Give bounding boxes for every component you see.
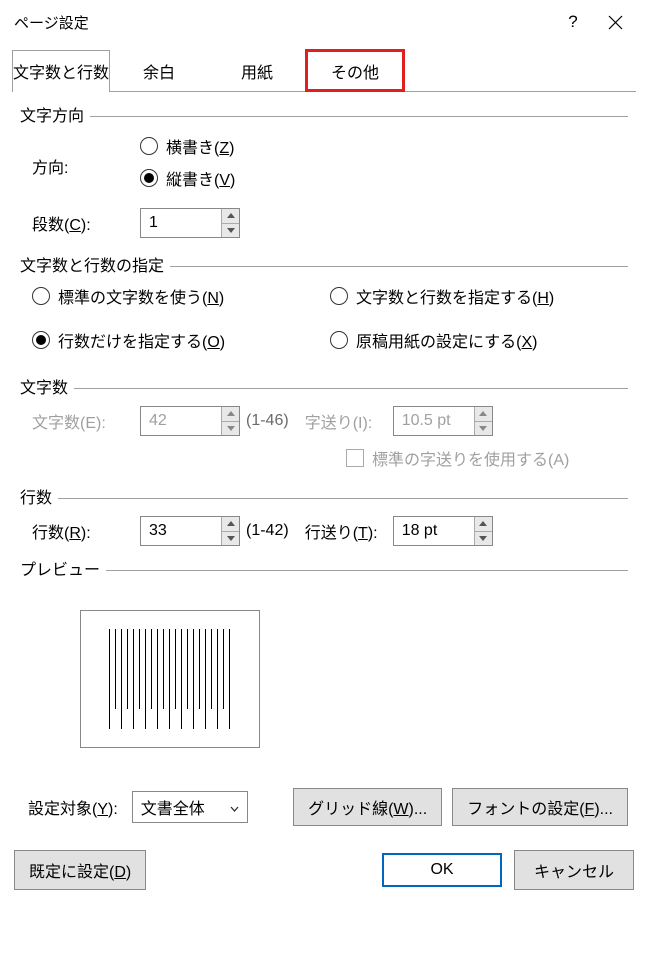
radio-icon [330,331,348,349]
spinner-up-button[interactable] [222,517,239,532]
char-pitch-label: 字送り(I): [305,409,393,433]
section-preview-label: プレビュー [20,556,106,580]
radio-icon [140,169,158,187]
char-pitch-input [394,407,474,435]
radio-horizontal-label: 横書き(Z) [166,134,234,158]
columns-label: 段数(C): [32,211,140,235]
divider [74,388,628,389]
radio-grid-paper-label: 原稿用紙の設定にする(X) [356,328,538,352]
section-direction-header: 文字方向 [20,102,628,126]
line-pitch-input[interactable] [394,517,474,545]
ok-button[interactable]: OK [382,853,502,887]
char-count-input [141,407,221,435]
radio-vertical[interactable]: 縦書き(V) [140,166,628,190]
grid-lines-button[interactable]: グリッド線(W)... [293,788,442,826]
divider [170,266,628,267]
apply-to-label: 設定対象(Y): [28,795,118,819]
radio-icon [32,331,50,349]
line-count-range: (1-42) [246,522,289,540]
spinner-down-button[interactable] [222,224,239,238]
dialog-title: ページ設定 [14,12,552,33]
char-count-range: (1-46) [246,412,289,430]
radio-specify[interactable]: 文字数と行数を指定する(H) [330,284,628,308]
spinner-up-button [475,407,492,422]
divider [106,570,628,571]
divider [90,116,628,117]
spinner-up-button[interactable] [222,209,239,224]
spinner-down-button [475,422,492,436]
tab-margins[interactable]: 余白 [110,50,208,91]
apply-to-value: 文書全体 [141,795,226,819]
radio-lines-only-label: 行数だけを指定する(O) [58,328,225,352]
line-pitch-label: 行送り(T): [305,519,393,543]
spinner-down-button [222,422,239,436]
spinner-up-button [222,407,239,422]
radio-horizontal[interactable]: 横書き(Z) [140,134,628,158]
help-button[interactable]: ? [552,8,594,36]
section-chars-header: 文字数 [20,374,628,398]
font-settings-button[interactable]: フォントの設定(F)... [452,788,628,826]
line-count-label: 行数(R): [32,519,140,543]
tab-paper[interactable]: 用紙 [208,50,306,91]
line-count-input[interactable] [141,517,221,545]
char-count-spinner [140,406,240,436]
use-standard-pitch-label: 標準の字送りを使用する(A) [372,446,569,470]
spinner-down-button[interactable] [222,532,239,546]
char-pitch-spinner [393,406,493,436]
char-count-label: 文字数(E): [32,409,140,433]
radio-standard[interactable]: 標準の文字数を使う(N) [32,284,330,308]
radio-vertical-label: 縦書き(V) [166,166,235,190]
line-count-spinner[interactable] [140,516,240,546]
titlebar: ページ設定 ? [0,0,648,44]
radio-grid-paper[interactable]: 原稿用紙の設定にする(X) [330,328,628,352]
close-icon [608,15,623,30]
radio-specify-label: 文字数と行数を指定する(H) [356,284,554,308]
tab-other[interactable]: その他 [306,50,404,91]
spinner-up-button[interactable] [475,517,492,532]
spinner-down-button[interactable] [475,532,492,546]
dialog-footer: 既定に設定(D) OK キャンセル [0,840,648,900]
section-spec-header: 文字数と行数の指定 [20,252,628,276]
radio-icon [140,137,158,155]
set-default-button[interactable]: 既定に設定(D) [14,850,146,890]
tab-strip: 文字数と行数 余白 用紙 その他 [12,50,636,92]
section-preview-header: プレビュー [20,556,628,580]
preview-box [80,610,260,748]
apply-to-select[interactable]: 文書全体 [132,791,248,823]
cancel-button[interactable]: キャンセル [514,850,634,890]
section-direction-label: 文字方向 [20,102,90,126]
use-standard-pitch-checkbox [346,449,364,467]
divider [58,498,628,499]
section-lines-header: 行数 [20,484,628,508]
line-pitch-spinner[interactable] [393,516,493,546]
close-button[interactable] [594,8,636,36]
direction-label: 方向: [32,154,140,178]
radio-icon [330,287,348,305]
radio-lines-only[interactable]: 行数だけを指定する(O) [32,328,330,352]
radio-standard-label: 標準の文字数を使う(N) [58,284,224,308]
section-spec-label: 文字数と行数の指定 [20,252,170,276]
section-lines-label: 行数 [20,484,58,508]
section-chars-label: 文字数 [20,374,74,398]
columns-spinner[interactable] [140,208,240,238]
tab-chars-lines[interactable]: 文字数と行数 [12,50,110,91]
radio-icon [32,287,50,305]
columns-input[interactable] [141,209,221,237]
chevron-down-icon [226,799,243,816]
